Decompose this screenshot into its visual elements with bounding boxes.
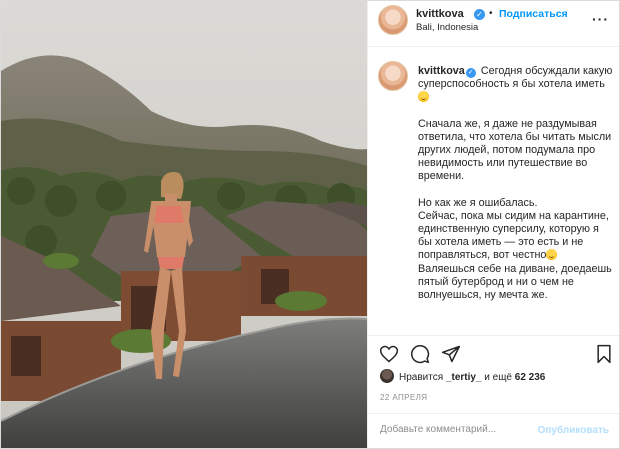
caption-verified-badge-icon: ✓ [465,68,476,78]
comment-bar: Опубликовать [368,413,619,448]
post-caption: kvittkova ✓ Сегодня обсуждали какую супер… [418,65,614,315]
bookmark-icon[interactable] [595,344,613,364]
likes-count[interactable]: 62 236 [515,372,546,383]
caption-paragraph-1: kvittkova ✓ Сегодня обсуждали какую супер… [418,65,614,105]
caption-text-3b: Сейчас, пока мы сидим на карантине, [418,209,609,222]
photo-scene [1,1,367,448]
separator-dot: • [489,8,493,19]
post-location[interactable]: Bali, Indonesia [416,22,478,33]
caption-area: kvittkova ✓ Сегодня обсуждали какую супер… [368,47,619,335]
likes-prefix: Нравится [399,372,444,383]
follow-button[interactable]: Подписаться [499,8,568,20]
heart-icon[interactable] [379,344,399,364]
smile-emoji-icon [418,91,429,103]
comment-icon[interactable] [410,344,430,364]
caption-text-4: Валяешься себе на диване, доедаешь пятый… [418,262,612,302]
caption-text-3c: единственную суперсилу, которую я бы хот… [418,223,599,262]
caption-text-3a: Но как же я ошибалась. [418,196,538,209]
publish-button[interactable]: Опубликовать [538,425,609,436]
liker-avatar[interactable] [380,369,394,383]
verified-badge-icon: ✓ [474,9,485,20]
caption-author-avatar[interactable] [378,61,408,91]
author-avatar[interactable] [378,5,408,35]
post-date[interactable]: 22 АПРЕЛЯ [380,393,427,402]
post-photo[interactable] [1,1,367,448]
liker-username[interactable]: _tertiy_ [446,372,482,383]
more-horizontal-icon[interactable]: ··· [592,11,609,27]
caption-paragraph-2: Сначала же, я даже не раздумывая ответил… [418,117,612,183]
grin-emoji-icon [546,249,558,261]
likes-summary: Нравится _tertiy_ и ещё 62 236 [380,369,545,383]
comment-input[interactable] [380,424,530,435]
author-username[interactable]: kvittkova [416,8,464,20]
caption-username[interactable]: kvittkova [418,65,465,77]
post-side-panel: kvittkova ✓ • Подписаться Bali, Indonesi… [367,1,619,448]
likes-middle: и ещё [484,372,512,383]
instagram-post: kvittkova ✓ • Подписаться Bali, Indonesi… [0,0,620,449]
share-icon[interactable] [441,344,461,364]
caption-paragraph-3: Но как же я ошибалась. Сейчас, пока мы с… [418,197,614,303]
post-header: kvittkova ✓ • Подписаться Bali, Indonesi… [368,1,619,47]
